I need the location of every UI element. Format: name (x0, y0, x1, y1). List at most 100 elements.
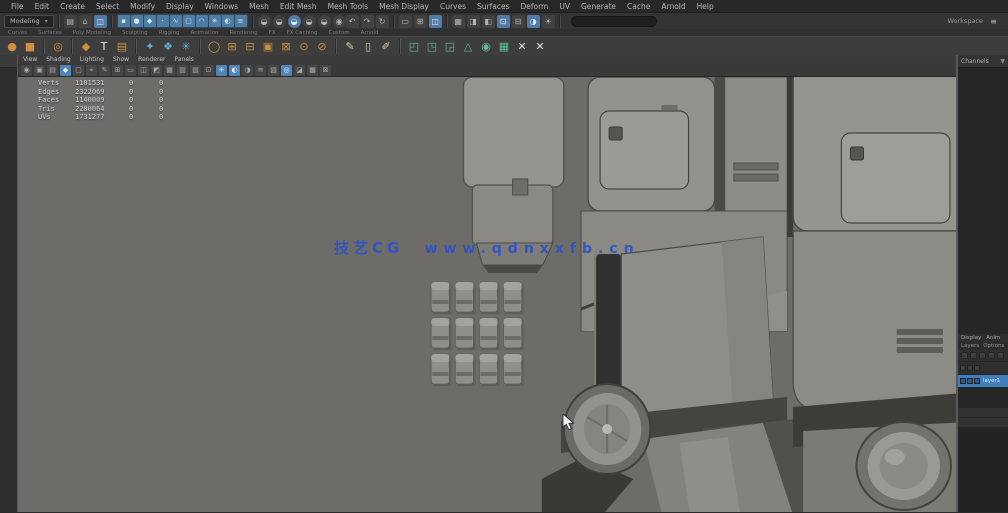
sculpt-smooth-icon[interactable]: ❖ (160, 38, 176, 54)
make-live-icon[interactable]: ◉ (478, 38, 494, 54)
mask-deformations-icon[interactable]: ◠ (196, 15, 208, 27)
move-layer-down-button[interactable] (988, 352, 995, 359)
menu-item[interactable]: Generate (576, 2, 621, 11)
menu-item[interactable]: Edit Mesh (275, 2, 322, 11)
sculpt-grab-icon[interactable]: ✳ (178, 38, 194, 54)
menu-item[interactable]: Windows (200, 2, 243, 11)
lighting-icon[interactable]: ☀ (216, 65, 227, 76)
snap-point-icon[interactable]: ◒ (288, 15, 301, 28)
render-sequence-icon[interactable]: ⊡ (497, 15, 510, 28)
booleans-icon[interactable]: ◯ (206, 38, 222, 54)
shelf-tab[interactable]: Sculpting (122, 30, 148, 36)
menu-item[interactable]: Mesh (244, 2, 274, 11)
field-chart-icon[interactable]: ▦ (164, 65, 175, 76)
quick-input-field[interactable] (571, 16, 657, 27)
layer-editor-tab[interactable]: Display (961, 335, 981, 341)
single-pane-layout-icon[interactable]: ▭ (399, 15, 412, 28)
layer-editor-tab[interactable]: Anim (986, 335, 1000, 341)
image-plane-icon[interactable]: ▢ (73, 65, 84, 76)
layer-menu-item[interactable]: Options (983, 343, 1004, 349)
open-render-view-icon[interactable]: ▦ (452, 15, 465, 28)
shadows-icon[interactable]: ◐ (229, 65, 240, 76)
move-layer-up-button[interactable] (979, 352, 986, 359)
select-object-icon[interactable]: ● (131, 15, 143, 27)
menu-item[interactable]: Help (692, 2, 719, 11)
depth-of-field-icon[interactable]: ◎ (281, 65, 292, 76)
delete-history-icon[interactable]: ✕ (532, 38, 548, 54)
gate-mask-icon[interactable]: ◩ (151, 65, 162, 76)
save-scene-icon[interactable]: ◫ (94, 15, 107, 28)
select-component-icon[interactable]: ◆ (144, 15, 156, 27)
film-gate-icon[interactable]: ▭ (125, 65, 136, 76)
wireframe-on-shaded-icon[interactable]: ⊠ (320, 65, 331, 76)
viewport-menu-item[interactable]: Shading (46, 56, 70, 63)
svg-board-icon[interactable]: ▤ (114, 38, 130, 54)
select-hierarchy-icon[interactable]: ▪ (118, 15, 130, 27)
xray-icon[interactable]: ▩ (307, 65, 318, 76)
menu-item[interactable]: Select (91, 2, 124, 11)
playback-toggle[interactable] (967, 378, 973, 384)
four-pane-layout-icon[interactable]: ⊞ (414, 15, 427, 28)
anim-layer-row[interactable] (958, 418, 1008, 427)
menu-item[interactable]: Display (161, 2, 199, 11)
menu-item[interactable]: Curves (435, 2, 471, 11)
anim-layer-row[interactable] (958, 408, 1008, 417)
menu-item[interactable]: Deform (515, 2, 553, 11)
undo-icon[interactable]: ↶ (346, 15, 359, 28)
render-settings-icon[interactable]: ⊟ (512, 15, 525, 28)
new-layer-button[interactable] (961, 352, 968, 359)
isolate-select-icon[interactable]: ◪ (294, 65, 305, 76)
mask-misc-icon[interactable]: ≡ (235, 15, 247, 27)
display-type-toggle[interactable] (974, 365, 980, 371)
multi-cut-icon[interactable]: ◰ (406, 38, 422, 54)
viewport-menu-item[interactable]: View (23, 56, 37, 63)
menu-item[interactable]: Create (55, 2, 90, 11)
safe-action-icon[interactable]: ▥ (177, 65, 188, 76)
grid-icon[interactable]: ⊞ (112, 65, 123, 76)
separate-icon[interactable]: ⊟ (242, 38, 258, 54)
sculpt-tool-icon[interactable]: ✦ (142, 38, 158, 54)
viewport-menu-item[interactable]: Panels (174, 56, 193, 63)
mask-surfaces-icon[interactable]: ▢ (183, 15, 195, 27)
lock-camera-icon[interactable]: ▣ (34, 65, 45, 76)
workspace-selector[interactable]: Workspace ≡ (947, 15, 1004, 28)
quad-draw-icon[interactable]: △ (460, 38, 476, 54)
bookmark-icon[interactable]: ◆ (60, 65, 71, 76)
layer-row-empty[interactable] (958, 362, 1008, 374)
poly-torus-icon[interactable]: ◎ (50, 38, 66, 54)
shelf-tab[interactable]: Surfaces (38, 30, 62, 36)
ambient-occlusion-icon[interactable]: ◑ (242, 65, 253, 76)
shelf-tab[interactable]: Custom (328, 30, 349, 36)
snap-curve-icon[interactable]: ◒ (273, 15, 286, 28)
menu-set-dropdown[interactable]: Modeling ▾ (4, 15, 54, 28)
safe-title-icon[interactable]: ▧ (190, 65, 201, 76)
frame-all-icon[interactable]: ⊡ (203, 65, 214, 76)
menu-item[interactable]: Mesh Tools (323, 2, 374, 11)
mask-dynamics-icon[interactable]: ✳ (209, 15, 221, 27)
target-weld-icon[interactable]: ◳ (424, 38, 440, 54)
resolution-gate-icon[interactable]: ◫ (138, 65, 149, 76)
select-camera-icon[interactable]: ◉ (21, 65, 32, 76)
insert-edge-loop-icon[interactable]: ◲ (442, 38, 458, 54)
motion-blur-icon[interactable]: ≋ (255, 65, 266, 76)
poly-plane-icon[interactable]: ◆ (78, 38, 94, 54)
layer-menu-item[interactable]: Layers (961, 343, 979, 349)
shelf-tab[interactable]: Rigging (159, 30, 180, 36)
poly-sphere-icon[interactable]: ● (4, 38, 20, 54)
display-type-toggle[interactable] (974, 378, 980, 384)
pencil-curve-icon[interactable]: ✐ (378, 38, 394, 54)
saved-layout-icon[interactable]: ◫ (429, 15, 442, 28)
make-object-live-icon[interactable]: ◉ (333, 15, 346, 28)
type-tool-icon[interactable]: T (96, 38, 112, 54)
smooth-mesh-icon[interactable]: ▣ (260, 38, 276, 54)
viewport-canvas[interactable]: Verts118153100Edges232206900Faces1140009… (18, 77, 956, 512)
bevel-icon[interactable]: ⊙ (296, 38, 312, 54)
menu-item[interactable]: Cache (622, 2, 655, 11)
snap-projected-center-icon[interactable]: ◒ (303, 15, 316, 28)
playback-toggle[interactable] (967, 365, 973, 371)
layer-row-selected[interactable]: layer1 (958, 375, 1008, 387)
menu-item[interactable]: UV (554, 2, 575, 11)
viewport-menu-item[interactable]: Show (113, 56, 129, 63)
hypershade-icon[interactable]: ◑ (527, 15, 540, 28)
shelf-tab[interactable]: Rendering (230, 30, 258, 36)
